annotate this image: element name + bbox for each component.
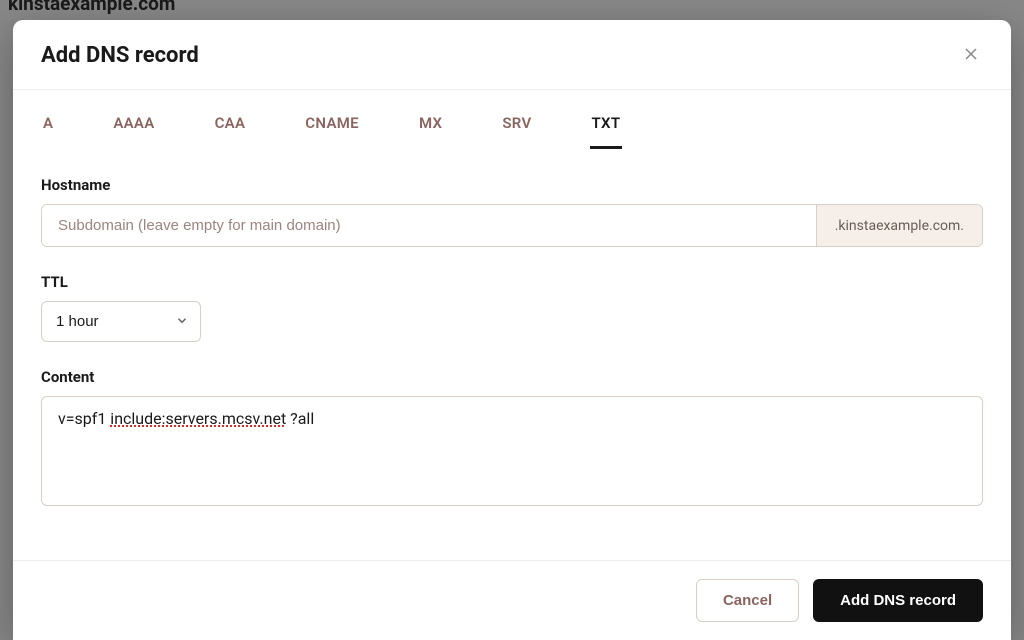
content-text-segment: v=spf1 xyxy=(58,409,110,428)
background-domain-heading: kinstaexample.com xyxy=(8,0,175,15)
hostname-input[interactable] xyxy=(42,205,816,246)
content-label: Content xyxy=(41,368,983,386)
cancel-button[interactable]: Cancel xyxy=(696,579,799,622)
hostname-label: Hostname xyxy=(41,176,983,194)
record-type-tabs: A AAAA CAA CNAME MX SRV TXT xyxy=(13,90,1011,150)
ttl-select-wrap: 1 hour xyxy=(41,301,201,342)
content-text-segment: include:servers.mcsv.net xyxy=(110,409,286,428)
add-dns-record-button[interactable]: Add DNS record xyxy=(813,579,983,622)
close-button[interactable] xyxy=(959,42,983,69)
ttl-group: TTL 1 hour xyxy=(41,273,983,342)
content-textarea[interactable]: v=spf1 include:servers.mcsv.net ?all xyxy=(41,396,983,506)
close-icon xyxy=(963,46,979,65)
form-body: Hostname .kinstaexample.com. TTL 1 hour xyxy=(13,150,1011,560)
ttl-select[interactable]: 1 hour xyxy=(41,301,201,342)
modal-footer: Cancel Add DNS record xyxy=(13,560,1011,640)
tab-cname[interactable]: CNAME xyxy=(303,110,361,149)
tab-a[interactable]: A xyxy=(41,110,55,149)
modal-title: Add DNS record xyxy=(41,43,199,68)
hostname-group: Hostname .kinstaexample.com. xyxy=(41,176,983,247)
add-dns-record-modal: Add DNS record A AAAA CAA CNAME MX SRV T… xyxy=(13,20,1011,640)
tab-mx[interactable]: MX xyxy=(417,110,444,149)
tab-caa[interactable]: CAA xyxy=(213,110,248,149)
tab-srv[interactable]: SRV xyxy=(500,110,533,149)
tab-txt[interactable]: TXT xyxy=(590,110,623,149)
tab-aaaa[interactable]: AAAA xyxy=(111,110,156,149)
content-group: Content v=spf1 include:servers.mcsv.net … xyxy=(41,368,983,506)
hostname-suffix: .kinstaexample.com. xyxy=(816,205,982,246)
modal-header: Add DNS record xyxy=(13,20,1011,90)
hostname-row: .kinstaexample.com. xyxy=(41,204,983,247)
content-text-segment: ?all xyxy=(286,409,314,428)
ttl-label: TTL xyxy=(41,273,983,291)
